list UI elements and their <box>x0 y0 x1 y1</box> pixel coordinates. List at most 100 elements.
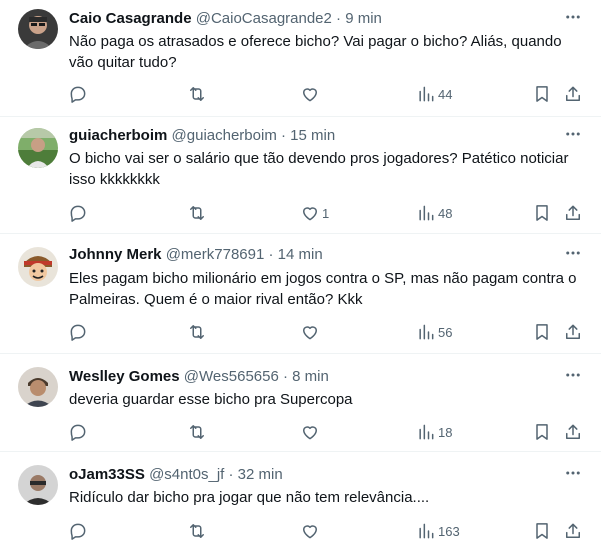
separator-dot: · <box>228 466 234 483</box>
views-icon <box>419 324 434 340</box>
view-count: 18 <box>438 424 453 440</box>
avatar[interactable] <box>18 367 58 407</box>
share-icon <box>566 424 580 439</box>
retweet-button[interactable] <box>187 82 209 106</box>
more-icon[interactable] <box>561 5 585 29</box>
retweet-icon <box>190 425 204 439</box>
views-button[interactable]: 163 <box>416 519 460 543</box>
heart-icon <box>303 88 317 102</box>
more-icon[interactable] <box>561 461 585 485</box>
like-button[interactable] <box>300 82 322 106</box>
share-icon <box>566 523 580 538</box>
tweet-text: O bicho vai ser o salário que tão devend… <box>69 150 569 188</box>
display-name[interactable]: Johnny Merk <box>69 246 162 263</box>
retweet-button[interactable] <box>187 420 209 444</box>
heart-icon <box>303 426 317 440</box>
heart-icon <box>303 525 317 539</box>
tweet[interactable]: oJam33SS @s4nt0s_jf · 32 min Ridículo da… <box>0 452 601 545</box>
bookmark-icon <box>536 324 548 340</box>
reply-button[interactable] <box>68 201 90 225</box>
like-button[interactable]: 1 <box>300 201 329 225</box>
tweet[interactable]: guiacherboim @guiacherboim · 15 min O bi… <box>0 117 601 234</box>
share-button[interactable] <box>563 320 583 344</box>
view-count: 56 <box>438 324 453 340</box>
like-button[interactable] <box>300 519 322 543</box>
separator-dot: · <box>282 368 288 385</box>
share-icon <box>566 205 580 220</box>
avatar[interactable] <box>18 128 58 168</box>
views-button[interactable]: 56 <box>416 320 452 344</box>
bookmark-button[interactable] <box>532 519 552 543</box>
views-icon <box>419 205 434 221</box>
tweet[interactable]: Weslley Gomes @Wes565656 · 8 min deveria… <box>0 354 601 452</box>
timestamp[interactable]: 9 min <box>345 10 382 27</box>
more-icon[interactable] <box>561 363 585 387</box>
share-icon <box>566 324 580 339</box>
share-button[interactable] <box>563 82 583 106</box>
views-icon <box>419 86 434 102</box>
separator-dot: · <box>268 246 274 263</box>
user-handle[interactable]: @merk778691 <box>166 246 265 263</box>
retweet-button[interactable] <box>187 519 209 543</box>
view-count: 44 <box>438 86 453 102</box>
like-button[interactable] <box>300 420 322 444</box>
reply-button[interactable] <box>68 82 90 106</box>
reply-icon <box>70 424 86 441</box>
user-handle[interactable]: @CaioCasagrande2 <box>196 10 332 27</box>
like-count: 1 <box>322 205 330 221</box>
avatar[interactable] <box>18 247 58 287</box>
separator-dot: · <box>280 127 286 144</box>
views-button[interactable]: 18 <box>416 420 452 444</box>
tweet[interactable]: Caio Casagrande @CaioCasagrande2 · 9 min… <box>0 0 601 117</box>
more-icon[interactable] <box>561 122 585 146</box>
reply-icon <box>70 324 86 341</box>
share-button[interactable] <box>563 420 583 444</box>
bookmark-button[interactable] <box>532 201 552 225</box>
separator-dot: · <box>336 10 342 27</box>
bookmark-icon <box>536 523 548 539</box>
user-handle[interactable]: @Wes565656 <box>184 368 279 385</box>
retweet-icon <box>190 206 204 220</box>
heart-icon <box>303 326 317 340</box>
bookmark-icon <box>536 86 548 102</box>
user-handle[interactable]: @guiacherboim <box>172 127 277 144</box>
bookmark-icon <box>536 424 548 440</box>
timestamp[interactable]: 8 min <box>292 368 329 385</box>
more-icon[interactable] <box>561 241 585 265</box>
tweet-text: Ridículo dar bicho pra jogar que não tem… <box>69 489 430 506</box>
display-name[interactable]: guiacherboim <box>69 127 167 144</box>
view-count: 163 <box>438 523 460 539</box>
retweet-icon <box>190 87 204 101</box>
share-button[interactable] <box>563 201 583 225</box>
tweet-text: deveria guardar esse bicho pra Supercopa <box>69 391 353 408</box>
bookmark-button[interactable] <box>532 82 552 106</box>
timestamp[interactable]: 32 min <box>238 466 283 483</box>
display-name[interactable]: Weslley Gomes <box>69 368 180 385</box>
retweet-button[interactable] <box>187 320 209 344</box>
display-name[interactable]: Caio Casagrande <box>69 10 192 27</box>
tweet[interactable]: Johnny Merk @merk778691 · 14 min Eles pa… <box>0 234 601 354</box>
bookmark-button[interactable] <box>532 420 552 444</box>
reply-button[interactable] <box>68 320 90 344</box>
reply-button[interactable] <box>68 519 90 543</box>
timestamp[interactable]: 14 min <box>278 246 323 263</box>
avatar[interactable] <box>18 9 58 49</box>
like-button[interactable] <box>300 320 322 344</box>
user-handle[interactable]: @s4nt0s_jf <box>149 466 224 483</box>
bookmark-icon <box>536 205 548 221</box>
reply-button[interactable] <box>68 420 90 444</box>
bookmark-button[interactable] <box>532 320 552 344</box>
views-button[interactable]: 48 <box>416 201 452 225</box>
tweet-text: Eles pagam bicho milionário em jogos con… <box>69 270 577 308</box>
retweet-icon <box>190 325 204 339</box>
display-name[interactable]: oJam33SS <box>69 466 145 483</box>
reply-icon <box>70 523 86 540</box>
retweet-icon <box>190 524 204 538</box>
share-button[interactable] <box>563 519 583 543</box>
views-button[interactable]: 44 <box>416 82 452 106</box>
share-icon <box>566 86 580 101</box>
avatar[interactable] <box>18 465 58 505</box>
retweet-button[interactable] <box>187 201 209 225</box>
heart-icon <box>303 207 317 221</box>
timestamp[interactable]: 15 min <box>290 127 335 144</box>
